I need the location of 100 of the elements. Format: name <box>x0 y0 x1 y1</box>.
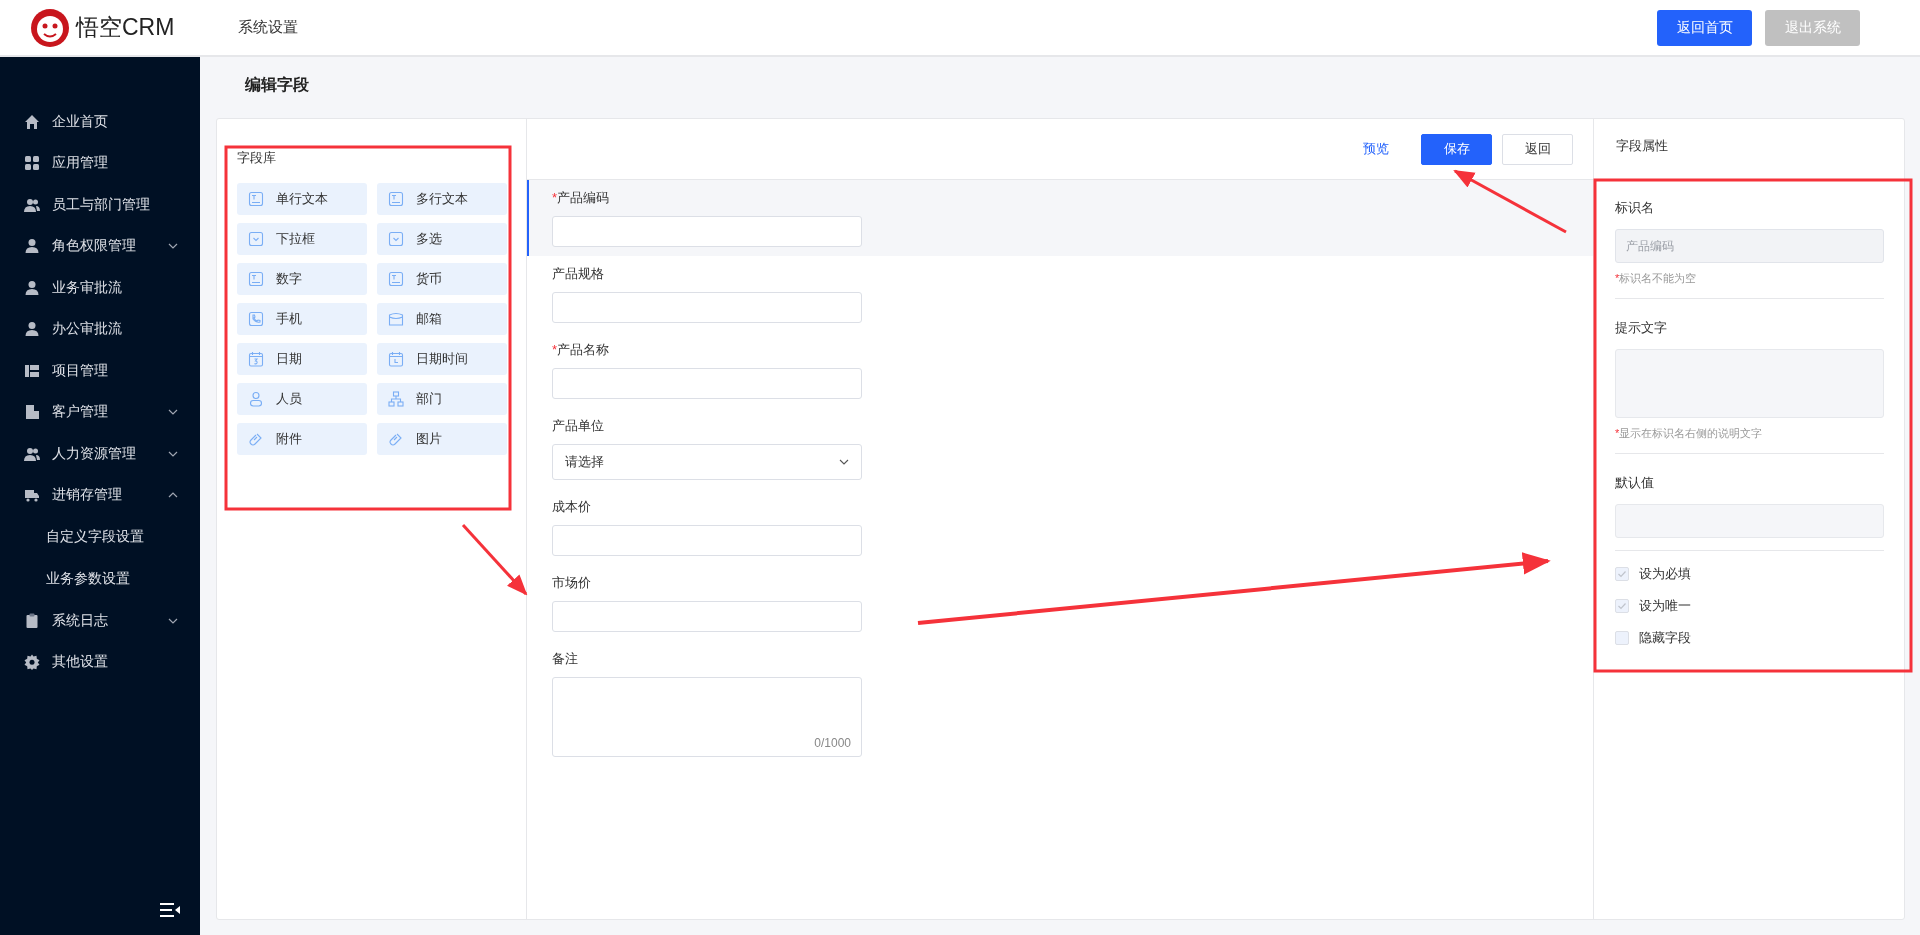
checkmark-icon <box>1616 600 1628 612</box>
field-type-tile[interactable]: 多选 <box>377 223 507 255</box>
field-type-tile[interactable]: 货币 <box>377 263 507 295</box>
paperclip-icon <box>388 431 404 447</box>
text-field-icon <box>248 191 264 207</box>
calendar-icon <box>248 351 264 367</box>
field-label: *产品名称 <box>552 341 611 359</box>
phone-icon <box>248 311 264 327</box>
people-icon <box>24 196 40 213</box>
field-label: 产品规格 <box>552 265 605 283</box>
form-field-row[interactable]: 产品规格 <box>527 256 1593 332</box>
checkbox-icon <box>388 231 404 247</box>
input-field[interactable] <box>552 601 862 632</box>
property-label: 标识名 <box>1615 199 1655 217</box>
field-type-tile[interactable]: 图片 <box>377 423 507 455</box>
select-field[interactable]: 请选择 <box>552 444 862 480</box>
people-icon <box>24 445 40 462</box>
form-field-row[interactable]: *产品编码 <box>527 180 1593 256</box>
field-type-tile[interactable]: 日期 <box>237 343 367 375</box>
header-button[interactable]: 返回首页 <box>1657 9 1752 46</box>
field-type-tile[interactable]: 单行文本 <box>237 183 367 215</box>
person-icon <box>248 391 264 407</box>
kanban-icon <box>24 362 40 379</box>
input-field[interactable] <box>552 368 862 399</box>
sidebar-item[interactable]: 角色权限管理 <box>0 225 200 267</box>
sidebar-item[interactable]: 企业首页 <box>0 101 200 143</box>
home-icon <box>24 113 40 130</box>
checkbox-label: 设为唯一 <box>1639 597 1691 615</box>
sidebar-item[interactable]: 业务审批流 <box>0 267 200 309</box>
field-label: 成本价 <box>552 498 592 516</box>
text-field-icon <box>388 191 404 207</box>
logo-text: 悟空CRM <box>76 13 175 42</box>
paperclip-icon <box>248 431 264 447</box>
field-type-tile[interactable]: 下拉框 <box>237 223 367 255</box>
field-type-tile[interactable]: 多行文本 <box>377 183 507 215</box>
form-field-row[interactable]: 产品单位 请选择 <box>527 408 1593 489</box>
text-field-icon <box>388 271 404 287</box>
person-icon <box>24 238 40 255</box>
field-type-tile[interactable]: 邮箱 <box>377 303 507 335</box>
hint-text: *标识名不能为空 <box>1615 271 1698 286</box>
field-type-tile[interactable]: 日期时间 <box>377 343 507 375</box>
form-field-row[interactable]: 备注 0/1000 <box>527 641 1593 766</box>
panel-title: 字段属性 <box>1615 137 1669 155</box>
sidebar-item[interactable]: 应用管理 <box>0 142 200 184</box>
field-type-tile[interactable]: 附件 <box>237 423 367 455</box>
sidebar-item[interactable]: 客户管理 <box>0 391 200 433</box>
field-label: 产品单位 <box>552 417 605 435</box>
field-label: *产品编码 <box>552 189 611 207</box>
org-chart-icon <box>388 391 404 407</box>
hint-text: *显示在标识名右侧的说明文字 <box>1615 426 1764 441</box>
save-button[interactable]: 保存 <box>1421 133 1492 165</box>
sidebar-item[interactable]: 办公审批流 <box>0 308 200 350</box>
form-field-row[interactable]: *产品名称 <box>527 332 1593 408</box>
input-field[interactable] <box>552 292 862 323</box>
settings-icon <box>24 654 40 671</box>
form-field-row[interactable]: 市场价 <box>527 565 1593 641</box>
checkbox-label: 设为必填 <box>1639 565 1691 583</box>
field-type-tile[interactable]: 人员 <box>237 383 367 415</box>
sidebar-item[interactable]: 员工与部门管理 <box>0 184 200 226</box>
property-label: 提示文字 <box>1615 319 1668 337</box>
field-label: 市场价 <box>552 574 592 592</box>
sidebar-subitem[interactable]: 业务参数设置 <box>0 558 200 600</box>
checkmark-icon <box>1616 568 1628 580</box>
annotation-arrow <box>461 524 528 596</box>
library-title: 字段库 <box>237 149 277 167</box>
property-label: 默认值 <box>1615 474 1655 492</box>
checkbox-label: 隐藏字段 <box>1639 629 1691 647</box>
input-field[interactable] <box>552 525 862 556</box>
sidebar-subitem[interactable]: 自定义字段设置 <box>0 516 200 558</box>
field-label: 备注 <box>552 650 579 668</box>
sidebar-item[interactable]: 项目管理 <box>0 350 200 392</box>
envelope-icon <box>388 311 404 327</box>
person-icon <box>24 279 40 296</box>
field-type-tile[interactable]: 手机 <box>237 303 367 335</box>
sidebar-item[interactable]: 进销存管理 <box>0 474 200 516</box>
field-type-tile[interactable]: 部门 <box>377 383 507 415</box>
truck-icon <box>24 487 40 504</box>
field-type-tile[interactable]: 数字 <box>237 263 367 295</box>
sidebar-item[interactable]: 其他设置 <box>0 641 200 683</box>
textarea-field[interactable]: 0/1000 <box>552 677 862 757</box>
person-icon <box>24 321 40 338</box>
input-field[interactable] <box>1615 504 1884 538</box>
menu-collapse-icon[interactable] <box>160 903 180 917</box>
grid-icon <box>24 155 40 172</box>
monkey-logo-icon <box>30 7 70 48</box>
clipboard-icon <box>24 612 40 629</box>
page-title: 编辑字段 <box>244 75 310 95</box>
section-title: 系统设置 <box>238 18 298 37</box>
calendar-icon <box>388 351 404 367</box>
sidebar-item[interactable]: 人力资源管理 <box>0 433 200 475</box>
preview-link[interactable]: 预览 <box>1363 140 1389 158</box>
checkbox-icon <box>248 231 264 247</box>
input-field[interactable] <box>552 216 862 247</box>
form-field-row[interactable]: 成本价 <box>527 489 1593 565</box>
text-field-icon <box>248 271 264 287</box>
sidebar-item[interactable]: 系统日志 <box>0 600 200 642</box>
building-icon <box>24 404 40 421</box>
back-button[interactable]: 返回 <box>1502 133 1573 165</box>
chevron-down-icon <box>839 459 849 465</box>
textarea-field[interactable] <box>1615 349 1884 418</box>
